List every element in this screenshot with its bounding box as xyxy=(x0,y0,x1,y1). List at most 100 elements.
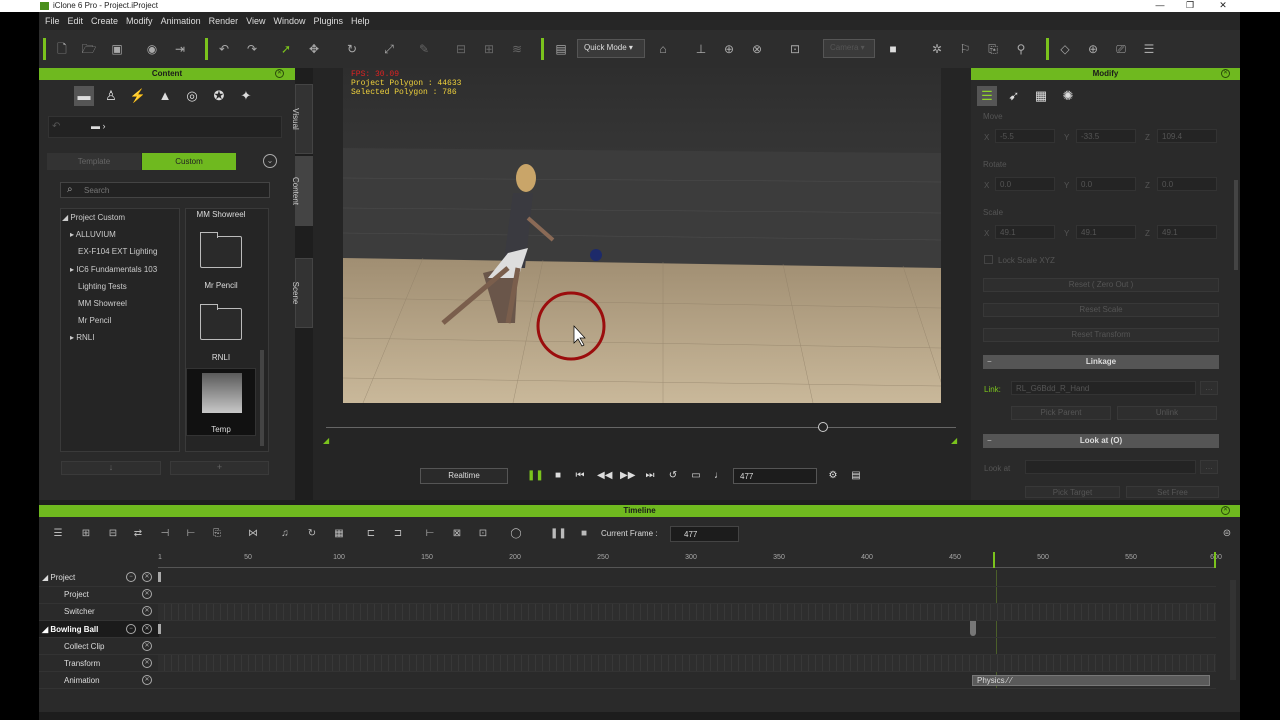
select-arrow-icon[interactable]: ➚ xyxy=(278,41,294,57)
set-free-button[interactable]: Set Free xyxy=(1126,486,1219,498)
search-input[interactable]: ⌕ Search xyxy=(60,182,270,198)
track-filter-icon[interactable]: ⊟ xyxy=(106,527,120,541)
clipboard-icon[interactable]: ⎘ xyxy=(210,527,224,541)
rotate-z-field[interactable]: 0.0 xyxy=(1157,177,1217,191)
rotate-icon[interactable]: ↻ xyxy=(344,41,360,57)
path-bar[interactable]: ▬ › xyxy=(48,116,282,138)
remove-track-icon[interactable]: ✕ xyxy=(142,624,152,634)
pose-icon[interactable]: ⚲ xyxy=(1013,41,1029,57)
film-icon[interactable]: ▦ xyxy=(332,527,346,541)
home-icon[interactable]: ⌂ xyxy=(655,41,671,57)
download-button[interactable]: ↓ xyxy=(61,461,161,475)
tab-scene[interactable]: Scene xyxy=(291,258,313,328)
rotate-x-field[interactable]: 0.0 xyxy=(995,177,1055,191)
end-marker-icon[interactable]: ◢ xyxy=(951,436,957,445)
distribute-icon[interactable]: ⊞ xyxy=(481,41,497,57)
close-icon[interactable]: ✕ xyxy=(1221,506,1230,515)
menu-edit[interactable]: Edit xyxy=(68,16,84,26)
menu-file[interactable]: File xyxy=(45,16,60,26)
collapse-icon[interactable]: − xyxy=(987,355,992,369)
look-at-field[interactable] xyxy=(1025,460,1196,474)
pick-target-button[interactable]: Pick Target xyxy=(1025,486,1120,498)
menu-window[interactable]: Window xyxy=(273,16,305,26)
track-project-group[interactable]: ◢ Project xyxy=(42,573,75,582)
timeline-vscroll[interactable] xyxy=(1230,580,1236,680)
modify-scrollbar[interactable] xyxy=(1234,180,1238,270)
tab-template[interactable]: Template xyxy=(47,153,141,170)
folder-export-icon[interactable]: ⎚ xyxy=(1113,41,1129,57)
tab-content[interactable]: Content xyxy=(291,156,313,226)
tree-item-exf104[interactable]: EX-F104 EXT Lighting xyxy=(78,247,157,256)
keyboard-icon[interactable]: ▤ xyxy=(849,469,863,483)
loop-icon[interactable]: ↺ xyxy=(666,469,680,483)
track-collect-clip[interactable]: Collect Clip xyxy=(64,642,104,651)
prev-key-icon[interactable]: ⏮ xyxy=(573,469,587,483)
folder-path-icon[interactable]: ▬ › xyxy=(91,121,106,131)
ball-range-handle[interactable] xyxy=(158,624,161,634)
remove-track-icon[interactable]: ✕ xyxy=(142,675,152,685)
close-icon[interactable]: ✕ xyxy=(1208,0,1238,11)
lock-scale-checkbox[interactable] xyxy=(984,255,993,264)
add-button[interactable]: + xyxy=(170,461,269,475)
loop-clip-icon[interactable]: ↻ xyxy=(305,527,319,541)
scale-x-field[interactable]: 49.1 xyxy=(995,225,1055,239)
folder-icon[interactable] xyxy=(200,304,242,340)
image-icon[interactable]: ▲ xyxy=(155,86,175,106)
pick-parent-button[interactable]: Pick Parent xyxy=(1011,406,1111,420)
tree-item-ic6[interactable]: ▸ IC6 Fundamentals 103 xyxy=(70,265,157,274)
unlink-button[interactable]: Unlink xyxy=(1117,406,1217,420)
reset-transform-button[interactable]: Reset Transform xyxy=(983,328,1219,342)
video-camera-icon[interactable]: ■ xyxy=(885,41,901,57)
playhead-marker[interactable] xyxy=(993,552,995,568)
scale-icon[interactable]: ⤢ xyxy=(381,41,397,57)
track-transform[interactable]: Transform xyxy=(64,659,100,668)
timeline-scrubber[interactable] xyxy=(326,427,956,428)
track-project[interactable]: Project xyxy=(64,590,89,599)
subtitle-icon[interactable]: ▭ xyxy=(689,469,703,483)
project-range-handle[interactable] xyxy=(158,572,161,582)
reset-scale-button[interactable]: Reset Scale xyxy=(983,303,1219,317)
chevron-down-icon[interactable]: ⌄ xyxy=(263,154,277,168)
music-clip-icon[interactable]: ♫ xyxy=(278,527,292,541)
3d-viewport[interactable]: FPS: 30.09 Project Polygon : 44633 Selec… xyxy=(343,68,941,403)
edit-icon[interactable]: ✎ xyxy=(416,41,432,57)
preview-icon[interactable]: ◉ xyxy=(144,41,160,57)
menu-plugins[interactable]: Plugins xyxy=(314,16,344,26)
scale-z-field[interactable]: 49.1 xyxy=(1157,225,1217,239)
sliders-icon[interactable]: ☰ xyxy=(977,86,997,106)
atom-icon[interactable]: ✺ xyxy=(1058,86,1078,106)
redo-icon[interactable]: ↷ xyxy=(244,41,260,57)
rewind-icon[interactable]: ◀◀ xyxy=(597,469,612,483)
transform-keyframes[interactable] xyxy=(158,655,1216,671)
flag-icon[interactable]: ⚐ xyxy=(957,41,973,57)
track-insert-icon[interactable]: ⊣ xyxy=(158,527,172,541)
folder-icon[interactable]: ▬ xyxy=(74,86,94,106)
maximize-icon[interactable]: ❐ xyxy=(1175,0,1205,11)
remove-track-icon[interactable]: ✕ xyxy=(142,658,152,668)
scale-y-field[interactable]: 49.1 xyxy=(1076,225,1136,239)
camera-dropdown[interactable]: Camera ▾ xyxy=(823,39,875,58)
minimize-icon[interactable]: — xyxy=(1145,0,1175,10)
collapse-track-icon[interactable]: − xyxy=(126,624,136,634)
tree-item-lighting-tests[interactable]: Lighting Tests xyxy=(78,282,127,291)
close-icon[interactable]: ✕ xyxy=(1221,69,1230,78)
tree-item-rnli[interactable]: ▸ RNLI xyxy=(70,333,94,342)
settings-list-icon[interactable]: ☰ xyxy=(1141,41,1157,57)
tab-custom[interactable]: Custom xyxy=(142,153,236,170)
stop-icon[interactable]: ■ xyxy=(577,527,591,541)
merge-icon[interactable]: ⋈ xyxy=(246,527,260,541)
floor-icon[interactable]: ⊥ xyxy=(693,41,709,57)
close-icon[interactable]: ✕ xyxy=(275,69,284,78)
zoom-icon[interactable]: ⊕ xyxy=(1085,41,1101,57)
move-icon[interactable]: ✥ xyxy=(306,41,322,57)
track-add-icon[interactable]: ⊞ xyxy=(79,527,93,541)
realtime-dropdown[interactable]: Realtime xyxy=(420,468,508,484)
tree-item-mr-pencil[interactable]: Mr Pencil xyxy=(78,316,111,325)
menu-render[interactable]: Render xyxy=(209,16,239,26)
track-bowling-ball-group[interactable]: ◢ Bowling Ball xyxy=(42,625,98,634)
timeline-hscroll[interactable] xyxy=(39,712,1240,720)
switcher-keyframes[interactable] xyxy=(158,604,1216,620)
linkage-section-header[interactable]: − Linkage xyxy=(983,355,1219,369)
undo-icon[interactable]: ↶ xyxy=(216,41,232,57)
stop-icon[interactable]: ■ xyxy=(551,469,565,483)
